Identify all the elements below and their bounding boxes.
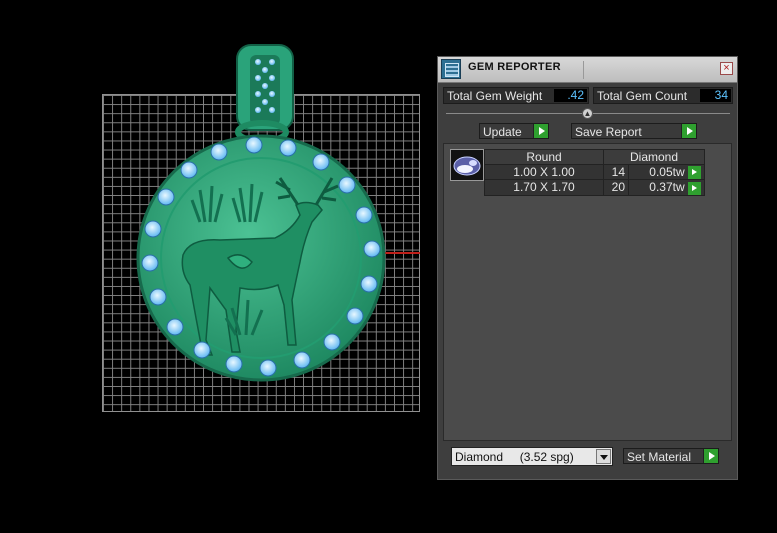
total-gem-count-value: 34 — [700, 89, 731, 102]
material-select[interactable]: Diamond (3.52 spg) — [451, 447, 613, 466]
close-icon[interactable]: × — [720, 62, 733, 75]
column-header-shape: Round — [484, 149, 604, 165]
gem-reporter-icon — [441, 59, 461, 79]
play-arrow-icon — [533, 124, 548, 138]
gem-weight-value: 0.37tw — [649, 180, 685, 195]
title-bar[interactable]: GEM REPORTER × — [438, 57, 737, 83]
table-row[interactable]: 1.00 X 1.00 14 0.05tw — [484, 163, 705, 181]
set-material-button[interactable]: Set Material — [623, 448, 719, 464]
gem-weight-cell: 0.05tw — [628, 163, 705, 181]
total-gem-count-label: Total Gem Count — [597, 89, 688, 103]
gem-reporter-panel: GEM REPORTER × Total Gem Weight .42 Tota… — [437, 56, 738, 480]
total-gem-weight-field: Total Gem Weight .42 — [443, 87, 589, 104]
total-gem-weight-value: .42 — [554, 89, 587, 102]
table-header-row: Round Diamond — [484, 149, 705, 165]
round-gem-icon[interactable] — [450, 149, 484, 181]
column-header-material: Diamond — [603, 149, 705, 165]
total-gem-weight-label: Total Gem Weight — [447, 89, 543, 103]
gem-count-cell: 20 — [603, 179, 629, 196]
save-report-button-label: Save Report — [575, 125, 642, 139]
3d-viewport[interactable] — [0, 0, 430, 533]
bail-inlay — [250, 55, 280, 125]
window-title: GEM REPORTER — [468, 61, 561, 73]
set-material-button-label: Set Material — [627, 450, 692, 464]
row-select-arrow-icon[interactable] — [688, 166, 701, 180]
gem-count-cell: 14 — [603, 163, 629, 181]
material-select-value: Diamond (3.52 spg) — [455, 450, 574, 464]
gem-list: Round Diamond 1.00 X 1.00 14 0.05tw 1.70… — [443, 143, 732, 441]
play-arrow-icon — [703, 449, 718, 463]
table-row[interactable]: 1.70 X 1.70 20 0.37tw — [484, 179, 705, 196]
chevron-down-icon[interactable] — [596, 449, 611, 464]
row-select-arrow-icon[interactable] — [688, 181, 701, 195]
save-report-button[interactable]: Save Report — [571, 123, 697, 139]
title-divider — [583, 61, 584, 79]
update-button-label: Update — [483, 125, 522, 139]
pendant-model[interactable] — [0, 0, 430, 533]
play-arrow-icon — [681, 124, 696, 138]
gem-size-cell: 1.70 X 1.70 — [484, 179, 604, 196]
gem-table: Round Diamond 1.00 X 1.00 14 0.05tw 1.70… — [484, 149, 705, 196]
collapse-toggle-icon[interactable]: ▲ — [582, 108, 593, 119]
gem-weight-value: 0.05tw — [649, 165, 685, 179]
gem-weight-cell: 0.37tw — [628, 179, 705, 196]
gem-size-cell: 1.00 X 1.00 — [484, 163, 604, 181]
total-gem-count-field: Total Gem Count 34 — [593, 87, 733, 104]
update-button[interactable]: Update — [479, 123, 549, 139]
